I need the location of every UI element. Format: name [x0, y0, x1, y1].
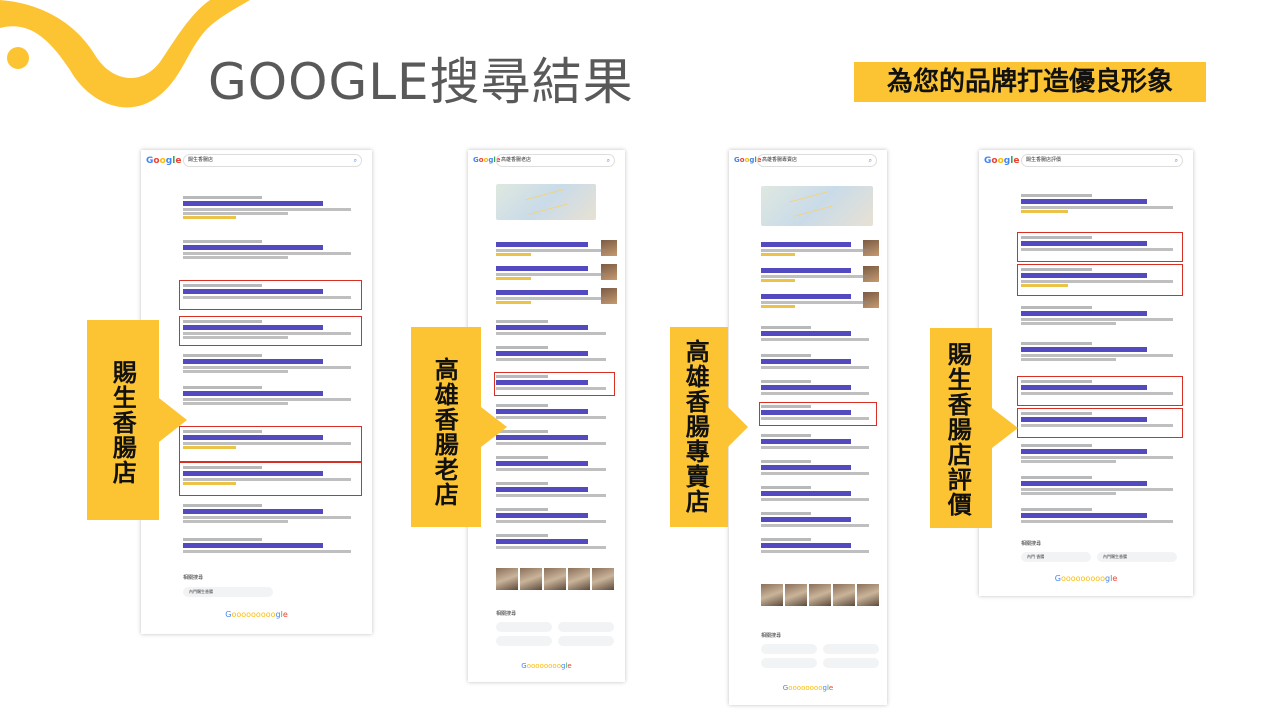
keyword-label: 賜生香腸店 — [108, 360, 137, 485]
map-preview — [761, 186, 873, 226]
search-query-box: 高雄香腸專賣店 ⌕ — [757, 154, 877, 167]
related-searches-title: 相關搜尋 — [183, 575, 204, 581]
related-searches-title: 相關搜尋 — [1021, 541, 1042, 547]
tagline-banner: 為您的品牌打造優良形象 — [854, 62, 1206, 102]
related-search-pill: 內門賜生香腸 — [183, 587, 273, 597]
related-search-pill: 內門賜生香腸 — [1097, 552, 1177, 562]
search-icon: ⌕ — [353, 157, 357, 164]
related-search-pill — [761, 658, 817, 668]
search-icon: ⌕ — [1174, 157, 1178, 164]
google-pager: Gooooooooogle — [225, 610, 288, 619]
related-searches-title: 相關搜尋 — [496, 611, 517, 617]
related-search-pill: 內門 香腸 — [1021, 552, 1091, 562]
keyword-label: 高雄香腸專賣店 — [681, 339, 710, 514]
arrow-right-callout-icon — [87, 320, 187, 520]
search-icon: ⌕ — [868, 157, 872, 164]
google-pager: Gooooooooogle — [1054, 574, 1118, 583]
related-search-pill — [558, 622, 614, 632]
keyword-callout-2: 高雄香腸老店 — [411, 327, 523, 527]
related-search-pill — [496, 636, 552, 646]
search-icon: ⌕ — [606, 157, 610, 164]
search-query-box: 賜生香腸店 ⌕ — [183, 154, 362, 167]
google-pager: Goooooooogle — [521, 662, 572, 670]
google-pager: Goooooooogle — [782, 684, 834, 692]
related-search-pill — [761, 644, 817, 654]
search-query-box: 賜生香腸店評價 ⌕ — [1021, 154, 1183, 167]
related-search-pill — [823, 644, 879, 654]
arrow-right-callout-icon — [411, 327, 507, 527]
related-searches-title: 相關搜尋 — [761, 633, 782, 639]
related-search-pill — [823, 658, 879, 668]
keyword-label: 賜生香腸店評價 — [943, 342, 972, 517]
google-logo-icon: Google — [984, 156, 1020, 166]
image-strip — [496, 568, 616, 592]
slide-title: GOOGLE搜尋結果 — [208, 53, 634, 111]
image-strip — [761, 584, 881, 608]
google-logo-icon: Google — [146, 156, 182, 166]
keyword-callout-4: 賜生香腸店評價 — [930, 328, 1042, 528]
keyword-callout-1: 賜生香腸店 — [87, 320, 199, 520]
related-search-pill — [496, 622, 552, 632]
keyword-callout-3: 高雄香腸專賣店 — [670, 327, 782, 527]
map-preview — [496, 184, 596, 220]
search-query-box: 高雄香腸老店 ⌕ — [496, 154, 615, 167]
keyword-label: 高雄香腸老店 — [430, 357, 459, 507]
related-search-pill — [558, 636, 614, 646]
